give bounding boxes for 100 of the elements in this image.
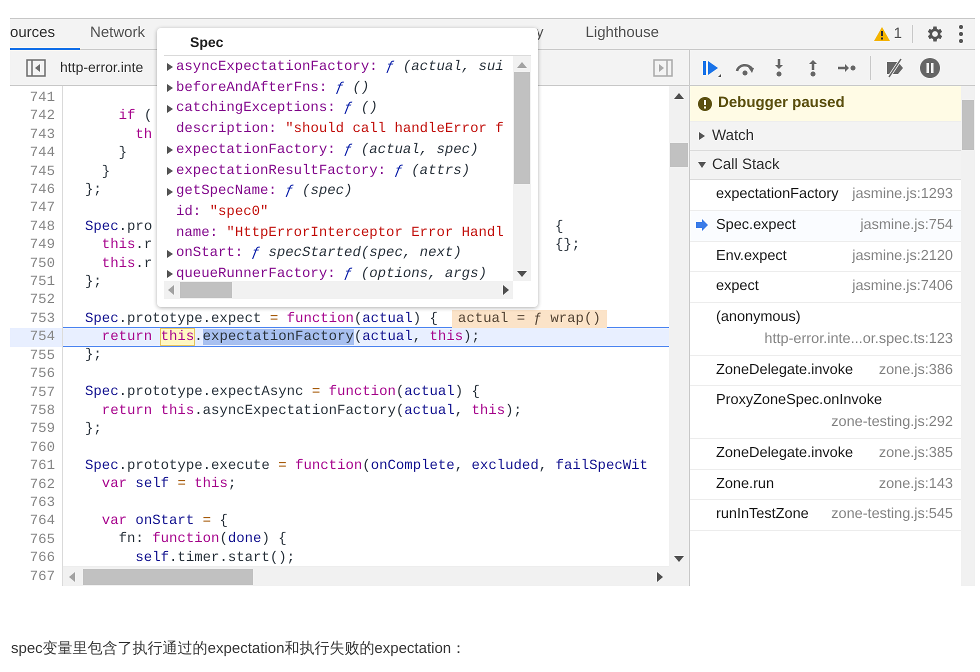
code-text: this.r — [100, 236, 152, 255]
line-number[interactable]: 751 — [10, 273, 62, 292]
property-row[interactable]: beforeAndAfterFns: ƒ () — [164, 78, 513, 98]
code-text: { — [555, 218, 564, 236]
pause-icon[interactable] — [919, 56, 941, 78]
line-number[interactable]: 748 — [10, 218, 62, 236]
line-number[interactable]: 767 — [10, 568, 62, 586]
line-number[interactable]: 745 — [10, 162, 62, 182]
triangle-right-icon[interactable] — [166, 84, 174, 92]
property-row-text: id: "spec0" — [175, 202, 270, 222]
code-text: Spec.prototype.expectAsync = function(actual) { — [85, 383, 480, 402]
scrollbar[interactable] — [513, 56, 531, 281]
banner-text: Debugger paused — [718, 93, 845, 114]
scrollbar-thumb[interactable] — [670, 143, 688, 167]
scrollbar-thumb[interactable] — [83, 568, 253, 584]
scrollbar-thumb[interactable] — [180, 282, 232, 298]
scroll-right-icon[interactable] — [657, 572, 663, 582]
scrollbar[interactable] — [669, 86, 689, 586]
line-number[interactable]: 752 — [10, 291, 62, 310]
function-name: ZoneDelegate.invoke — [716, 360, 854, 380]
warning-icon[interactable] — [874, 27, 890, 41]
line-number[interactable]: 763 — [10, 494, 62, 512]
current-frame-arrow-icon — [696, 218, 708, 231]
scrollbar-thumb[interactable] — [514, 72, 530, 184]
code-text: Spec.prototype.expect = function(actual) { — [85, 310, 438, 328]
property-row[interactable]: asyncExpectationFactory: ƒ (actual, sui — [164, 57, 513, 78]
triangle-right-icon[interactable] — [166, 188, 174, 196]
line-number[interactable]: 759 — [10, 420, 62, 439]
file-location: zone.js:386 — [878, 360, 953, 380]
warning-count[interactable]: 1 — [894, 22, 902, 46]
panel-tab[interactable]: Lighthouse — [576, 19, 669, 50]
line-number[interactable]: 758 — [10, 402, 62, 420]
triangle-right-icon[interactable] — [166, 166, 174, 175]
line-number[interactable]: 753 — [10, 310, 62, 328]
code-text: }; — [85, 272, 102, 292]
code-text: Spec.pro — [85, 218, 152, 236]
code-text: self.timer.start(); — [134, 548, 296, 566]
property-row[interactable]: catchingExceptions: ƒ () — [164, 98, 513, 120]
panel-tab[interactable]: Network — [80, 19, 156, 50]
triangle-right-icon[interactable] — [166, 63, 174, 72]
function-name: expectationFactory — [716, 185, 839, 204]
file-location: jasmine.js:7406 — [852, 277, 953, 296]
property-row[interactable]: queueRunnerFactory: ƒ (options, args) — [164, 264, 513, 281]
line-number[interactable]: 747 — [10, 199, 62, 218]
triangle-right-icon[interactable] — [166, 270, 174, 278]
line-number[interactable]: 743 — [10, 126, 62, 144]
scrollbar-thumb[interactable] — [962, 100, 974, 150]
code-text: Spec.prototype.execute = function(onComplete, excluded, failSpecWit — [85, 456, 648, 476]
function-name: Env.expect — [716, 246, 787, 266]
sidebar-toggle-icon[interactable] — [653, 58, 673, 76]
triangle-right-icon[interactable] — [166, 104, 174, 113]
triangle-down-icon[interactable] — [698, 161, 706, 169]
call-stack-frame[interactable]: Spec.expect jasmine.js:754 — [690, 210, 961, 242]
function-name: runInTestZone — [716, 505, 809, 524]
triangle-right-icon[interactable] — [698, 132, 706, 140]
section-header[interactable]: Watch — [690, 122, 961, 151]
function-name: Zone.run — [716, 474, 774, 494]
line-number[interactable]: 746 — [10, 181, 62, 200]
settings-icon[interactable] — [925, 24, 945, 44]
triangle-right-icon[interactable] — [166, 250, 174, 258]
line-number[interactable]: 764 — [10, 512, 62, 531]
function-name: ProxyZoneSpec.onInvoke — [716, 391, 882, 410]
line-number[interactable]: 756 — [10, 365, 62, 384]
horizontal-scrollbar[interactable] — [164, 281, 513, 299]
line-number[interactable]: 742 — [10, 107, 62, 126]
line-number[interactable]: 749 — [10, 236, 62, 255]
horizontal-scrollbar[interactable] — [63, 566, 669, 586]
line-number[interactable]: 755 — [10, 346, 62, 366]
file-location: http-error.inte...or.spec.ts:123 — [764, 330, 953, 349]
property-row[interactable]: expectationResultFactory: ƒ (attrs) — [164, 160, 513, 182]
scroll-down-icon[interactable] — [517, 271, 527, 277]
code-text: } — [100, 162, 110, 181]
caption-text: spec变量里包含了执行通过的expectation和执行失败的expectation： — [11, 639, 468, 659]
scroll-right-icon[interactable] — [503, 285, 509, 295]
line-number[interactable]: 761 — [10, 457, 62, 476]
code-text: th — [134, 126, 152, 144]
line-number[interactable]: 760 — [10, 438, 62, 458]
line-number[interactable]: 741 — [10, 89, 62, 108]
line-number[interactable]: 766 — [10, 549, 62, 568]
property-row[interactable]: expectationFactory: ƒ (actual, spec) — [164, 140, 513, 161]
code-text: if ( — [118, 107, 152, 126]
line-number[interactable]: 750 — [10, 254, 62, 274]
line-number[interactable]: 754 — [10, 328, 62, 347]
triangle-right-icon[interactable] — [166, 146, 174, 154]
scrollbar[interactable] — [961, 86, 975, 586]
scroll-down-icon[interactable] — [674, 556, 684, 562]
file-tab[interactable]: http-error.inte — [60, 57, 144, 78]
scroll-up-icon[interactable] — [674, 93, 684, 99]
code-text: var self = this; — [100, 475, 236, 494]
function-name: expect — [716, 277, 759, 296]
line-number[interactable]: 757 — [10, 384, 62, 402]
info-icon — [698, 96, 712, 110]
more-menu-icon[interactable] — [959, 25, 963, 43]
sidebar-toggle-icon[interactable] — [26, 58, 46, 76]
property-row[interactable]: getSpecName: ƒ (spec) — [164, 181, 513, 202]
line-number[interactable]: 744 — [10, 144, 62, 163]
section-header[interactable]: Call Stack — [690, 151, 961, 180]
line-number[interactable]: 765 — [10, 530, 62, 550]
property-row[interactable]: onStart: ƒ specStarted(spec, next) — [164, 243, 513, 264]
line-number[interactable]: 762 — [10, 476, 62, 494]
